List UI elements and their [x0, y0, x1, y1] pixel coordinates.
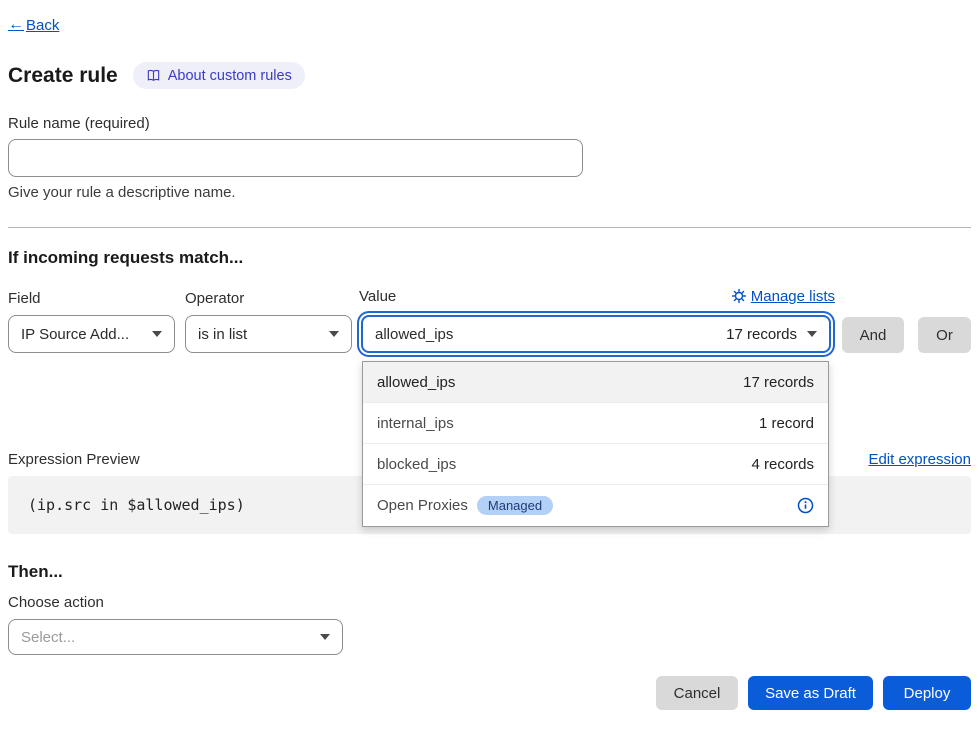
list-option-records: 4 records — [751, 456, 814, 473]
and-button[interactable]: And — [842, 317, 904, 353]
chevron-down-icon — [329, 331, 339, 337]
list-dropdown-panel: allowed_ips 17 records internal_ips 1 re… — [362, 361, 829, 527]
list-option-internal-ips[interactable]: internal_ips 1 record — [363, 403, 828, 444]
choose-action-label: Choose action — [8, 594, 971, 611]
expression-preview-label: Expression Preview — [8, 451, 140, 468]
list-option-name: Open Proxies — [377, 497, 468, 514]
then-heading: Then... — [8, 562, 971, 582]
about-custom-rules-badge[interactable]: About custom rules — [133, 62, 305, 89]
save-as-draft-button[interactable]: Save as Draft — [748, 676, 873, 710]
list-option-allowed-ips[interactable]: allowed_ips 17 records — [363, 362, 828, 403]
match-section-heading: If incoming requests match... — [8, 248, 971, 268]
operator-label: Operator — [185, 290, 244, 307]
back-link[interactable]: ←Back — [8, 16, 59, 34]
chevron-down-icon — [320, 634, 330, 640]
rule-name-helper: Give your rule a descriptive name. — [8, 184, 971, 201]
list-option-blocked-ips[interactable]: blocked_ips 4 records — [363, 444, 828, 485]
condition-row: Field IP Source Add... Operator is in li… — [8, 286, 971, 353]
action-placeholder: Select... — [21, 629, 75, 646]
value-records: 17 records — [726, 326, 797, 343]
section-divider — [8, 227, 971, 228]
managed-badge: Managed — [477, 496, 553, 515]
create-rule-page: ←Back Create rule About custom rules Rul… — [0, 0, 979, 710]
operator-value: is in list — [198, 326, 247, 343]
or-button[interactable]: Or — [918, 317, 971, 353]
value-selected: allowed_ips — [375, 326, 453, 343]
back-arrow-icon: ← — [8, 16, 24, 34]
list-option-records: 17 records — [743, 374, 814, 391]
value-combo-wrap: allowed_ips 17 records allowed_ips 17 re… — [359, 313, 835, 353]
rule-name-label: Rule name (required) — [8, 115, 971, 132]
cancel-button[interactable]: Cancel — [656, 676, 738, 710]
manage-lists-label: Manage lists — [751, 288, 835, 305]
list-option-records: 1 record — [759, 415, 814, 432]
field-select[interactable]: IP Source Add... — [8, 315, 175, 353]
title-row: Create rule About custom rules — [8, 62, 971, 89]
value-label: Value — [359, 288, 396, 305]
operator-column: Operator is in list — [185, 288, 352, 353]
chevron-down-icon — [807, 331, 817, 337]
andor-buttons: And Or — [842, 317, 971, 353]
book-icon — [146, 68, 161, 83]
field-label: Field — [8, 290, 41, 307]
footer-actions: Cancel Save as Draft Deploy — [8, 676, 971, 710]
gear-icon — [732, 289, 746, 303]
back-label: Back — [26, 17, 59, 34]
value-column: Value Manage lists — [359, 286, 835, 353]
info-icon[interactable] — [797, 497, 814, 514]
manage-lists-link[interactable]: Manage lists — [732, 288, 835, 305]
action-select[interactable]: Select... — [8, 619, 343, 655]
edit-expression-link[interactable]: Edit expression — [868, 451, 971, 468]
list-option-name: blocked_ips — [377, 456, 456, 473]
list-option-name: allowed_ips — [377, 374, 455, 391]
rule-name-input[interactable] — [8, 139, 583, 177]
chevron-down-icon — [152, 331, 162, 337]
page-title: Create rule — [8, 64, 118, 88]
deploy-button[interactable]: Deploy — [883, 676, 971, 710]
expression-code: (ip.src in $allowed_ips) — [28, 496, 245, 514]
list-option-open-proxies[interactable]: Open Proxies Managed — [363, 485, 828, 526]
about-badge-label: About custom rules — [168, 68, 292, 84]
operator-select[interactable]: is in list — [185, 315, 352, 353]
field-column: Field IP Source Add... — [8, 288, 175, 353]
field-value: IP Source Add... — [21, 326, 129, 343]
list-option-name: internal_ips — [377, 415, 454, 432]
value-select[interactable]: allowed_ips 17 records — [361, 315, 831, 353]
